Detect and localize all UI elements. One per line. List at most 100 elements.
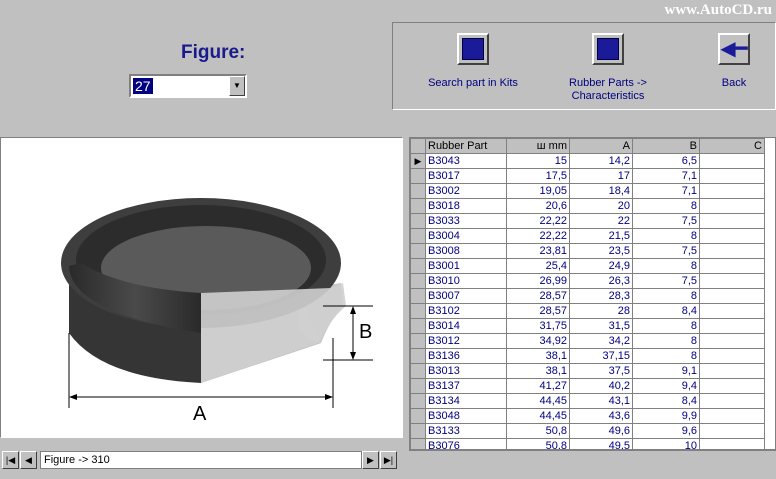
cell-c[interactable] — [699, 363, 765, 379]
cell-rubber-part[interactable]: B3018 — [425, 198, 507, 214]
cell-a[interactable]: 20 — [569, 198, 633, 214]
cell-a[interactable]: 14,2 — [569, 153, 633, 169]
cell-rubber-part[interactable]: B3014 — [425, 318, 507, 334]
cell-b[interactable]: 6,5 — [632, 153, 700, 169]
cell-c[interactable] — [699, 438, 765, 449]
cell-b[interactable]: 10 — [632, 438, 700, 449]
back-button[interactable]: ◀━ Back — [709, 33, 759, 90]
cell-a[interactable]: 24,9 — [569, 258, 633, 274]
row-indicator[interactable] — [410, 363, 426, 379]
cell-diameter[interactable]: 50,8 — [506, 438, 570, 449]
row-indicator[interactable] — [410, 393, 426, 409]
table-row[interactable]: B3017 17,5 17 7,1 — [410, 168, 765, 184]
rubber-characteristics-button[interactable]: Rubber Parts -> Characteristics — [558, 33, 658, 103]
cell-b[interactable]: 7,5 — [632, 273, 700, 289]
table-row[interactable]: B3134 44,45 43,1 8,4 — [410, 393, 765, 409]
row-indicator[interactable] — [410, 198, 426, 214]
cell-diameter[interactable]: 25,4 — [506, 258, 570, 274]
cell-diameter[interactable]: 19,05 — [506, 183, 570, 199]
prev-record-icon[interactable]: ◀ — [20, 451, 37, 469]
cell-c[interactable] — [699, 348, 765, 364]
col-diameter[interactable]: ш mm — [506, 138, 570, 154]
figure-select-value[interactable]: 27 — [133, 78, 153, 94]
col-b[interactable]: B — [632, 138, 700, 154]
row-indicator[interactable] — [410, 333, 426, 349]
search-part-in-kits-button[interactable]: Search part in Kits — [423, 33, 523, 90]
cell-b[interactable]: 9,4 — [632, 378, 700, 394]
first-record-icon[interactable]: |◀ — [2, 451, 19, 469]
col-a[interactable]: A — [569, 138, 633, 154]
dropdown-arrow-icon[interactable]: ▼ — [229, 76, 245, 96]
cell-rubber-part[interactable]: B3136 — [425, 348, 507, 364]
cell-b[interactable]: 8 — [632, 318, 700, 334]
cell-b[interactable]: 9,9 — [632, 408, 700, 424]
cell-c[interactable] — [699, 423, 765, 439]
cell-a[interactable]: 37,5 — [569, 363, 633, 379]
row-indicator[interactable] — [410, 318, 426, 334]
row-indicator[interactable] — [410, 258, 426, 274]
cell-diameter[interactable]: 17,5 — [506, 168, 570, 184]
cell-a[interactable]: 49,6 — [569, 423, 633, 439]
cell-diameter[interactable]: 28,57 — [506, 303, 570, 319]
cell-rubber-part[interactable]: B3033 — [425, 213, 507, 229]
cell-rubber-part[interactable]: B3137 — [425, 378, 507, 394]
cell-diameter[interactable]: 38,1 — [506, 348, 570, 364]
cell-b[interactable]: 9,1 — [632, 363, 700, 379]
cell-c[interactable] — [699, 333, 765, 349]
cell-diameter[interactable]: 38,1 — [506, 363, 570, 379]
cell-diameter[interactable]: 34,92 — [506, 333, 570, 349]
cell-a[interactable]: 49,5 — [569, 438, 633, 449]
cell-c[interactable] — [699, 228, 765, 244]
cell-b[interactable]: 7,1 — [632, 168, 700, 184]
row-indicator[interactable] — [410, 423, 426, 439]
rubber-characteristics-icon[interactable] — [592, 33, 624, 65]
table-row[interactable]: B3048 44,45 43,6 9,9 — [410, 408, 765, 424]
cell-a[interactable]: 43,6 — [569, 408, 633, 424]
cell-c[interactable] — [699, 243, 765, 259]
cell-b[interactable]: 8 — [632, 258, 700, 274]
figure-select[interactable]: 27 ▼ — [129, 74, 247, 98]
cell-b[interactable]: 8 — [632, 348, 700, 364]
cell-rubber-part[interactable]: B3048 — [425, 408, 507, 424]
cell-c[interactable] — [699, 213, 765, 229]
cell-c[interactable] — [699, 408, 765, 424]
table-row[interactable]: B3007 28,57 28,3 8 — [410, 288, 765, 304]
cell-rubber-part[interactable]: B3076 — [425, 438, 507, 449]
cell-b[interactable]: 8 — [632, 333, 700, 349]
cell-rubber-part[interactable]: B3002 — [425, 183, 507, 199]
cell-b[interactable]: 8 — [632, 228, 700, 244]
table-row[interactable]: B3102 28,57 28 8,4 — [410, 303, 765, 319]
cell-rubber-part[interactable]: B3043 — [425, 153, 507, 169]
cell-diameter[interactable]: 22,22 — [506, 228, 570, 244]
cell-a[interactable]: 28,3 — [569, 288, 633, 304]
cell-diameter[interactable]: 22,22 — [506, 213, 570, 229]
cell-c[interactable] — [699, 183, 765, 199]
cell-b[interactable]: 7,5 — [632, 243, 700, 259]
table-row[interactable]: B3136 38,1 37,15 8 — [410, 348, 765, 364]
cell-diameter[interactable]: 31,75 — [506, 318, 570, 334]
cell-diameter[interactable]: 28,57 — [506, 288, 570, 304]
cell-b[interactable]: 7,5 — [632, 213, 700, 229]
cell-c[interactable] — [699, 273, 765, 289]
cell-a[interactable]: 26,3 — [569, 273, 633, 289]
cell-a[interactable]: 17 — [569, 168, 633, 184]
cell-b[interactable]: 7,1 — [632, 183, 700, 199]
cell-a[interactable]: 37,15 — [569, 348, 633, 364]
cell-c[interactable] — [699, 303, 765, 319]
col-rubber-part[interactable]: Rubber Part — [425, 138, 507, 154]
cell-diameter[interactable]: 23,81 — [506, 243, 570, 259]
cell-diameter[interactable]: 26,99 — [506, 273, 570, 289]
row-indicator[interactable]: ▶ — [410, 153, 426, 169]
row-indicator[interactable] — [410, 408, 426, 424]
search-kits-icon[interactable] — [457, 33, 489, 65]
row-indicator[interactable] — [410, 243, 426, 259]
cell-a[interactable]: 43,1 — [569, 393, 633, 409]
last-record-icon[interactable]: ▶| — [380, 451, 397, 469]
grid-horizontal-scroll[interactable] — [409, 450, 776, 464]
cell-a[interactable]: 34,2 — [569, 333, 633, 349]
table-row[interactable]: B3033 22,22 22 7,5 — [410, 213, 765, 229]
next-record-icon[interactable]: ▶ — [362, 451, 379, 469]
cell-rubber-part[interactable]: B3001 — [425, 258, 507, 274]
table-row[interactable]: B3133 50,8 49,6 9,6 — [410, 423, 765, 439]
cell-c[interactable] — [699, 393, 765, 409]
